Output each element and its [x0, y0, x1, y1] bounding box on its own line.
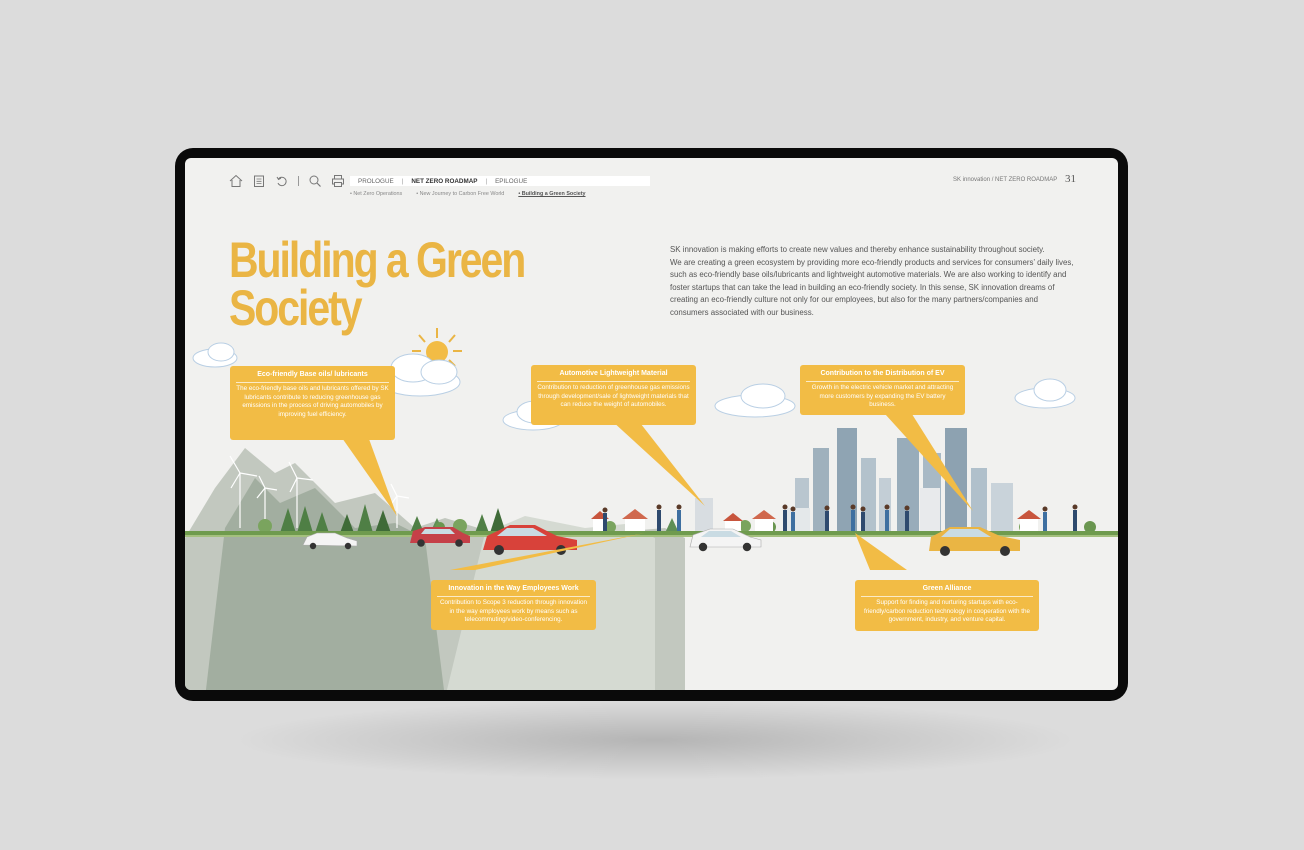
cloud — [1014, 378, 1076, 409]
page-number: 31 — [1065, 173, 1076, 185]
print-icon[interactable] — [331, 174, 345, 188]
toolbar-divider — [298, 176, 299, 186]
callout-title: Automotive Lightweight Material — [537, 369, 690, 382]
tab-epilogue[interactable]: EPILOGUE — [487, 178, 535, 185]
subtab-green-society[interactable]: • Building a Green Society — [518, 191, 585, 197]
sub-nav: • Net Zero Operations • New Journey to C… — [350, 191, 586, 197]
cloud — [192, 342, 238, 368]
toolbar — [229, 174, 345, 188]
callout-title: Eco-friendly Base oils/ lubricants — [236, 370, 389, 383]
callout-body: The eco-friendly base oils and lubricant… — [236, 385, 389, 418]
search-icon[interactable] — [308, 174, 322, 188]
screen: PROLOGUE | NET ZERO ROADMAP | EPILOGUE •… — [185, 158, 1118, 690]
page-title-line-2: Society — [229, 280, 363, 336]
subtab-net-zero-operations[interactable]: • Net Zero Operations — [350, 191, 402, 197]
list-icon[interactable] — [252, 174, 266, 188]
callout-ev-distribution: Contribution to the Distribution of EV G… — [800, 365, 965, 415]
mountains — [185, 448, 685, 690]
intro-lead: SK innovation is making efforts to creat… — [670, 245, 1045, 254]
tablet-frame: PROLOGUE | NET ZERO ROADMAP | EPILOGUE •… — [175, 148, 1128, 701]
home-icon[interactable] — [229, 174, 243, 188]
callout-body: Contribution to Scope 3 reduction throug… — [439, 599, 588, 624]
subtab-carbon-free-world[interactable]: • New Journey to Carbon Free World — [416, 191, 504, 197]
cloud — [714, 383, 796, 418]
intro-body: We are creating a green ecosystem by pro… — [670, 257, 1074, 317]
tab-prologue[interactable]: PROLOGUE — [350, 178, 402, 185]
device-shadow — [230, 700, 1080, 780]
callout-body: Contribution to reduction of greenhouse … — [537, 384, 690, 409]
callout-body: Growth in the electric vehicle market an… — [811, 384, 954, 409]
callout-title: Green Alliance — [861, 584, 1033, 597]
callout-title: Contribution to the Distribution of EV — [806, 369, 959, 382]
breadcrumb: SK innovation / NET ZERO ROADMAP — [953, 177, 1058, 183]
callout-lightweight-material: Automotive Lightweight Material Contribu… — [531, 365, 696, 425]
callout-title: Innovation in the Way Employees Work — [437, 584, 590, 597]
tab-net-zero-roadmap[interactable]: NET ZERO ROADMAP — [403, 178, 485, 185]
callout-body: Support for finding and nurturing startu… — [864, 599, 1030, 624]
page-title-line-1: Building a Green — [229, 232, 526, 288]
main-nav: PROLOGUE | NET ZERO ROADMAP | EPILOGUE — [350, 176, 650, 186]
callout-work-innovation: Innovation in the Way Employees Work Con… — [431, 580, 596, 630]
undo-icon[interactable] — [275, 174, 289, 188]
callout-green-alliance: Green Alliance Support for finding and n… — [855, 580, 1039, 631]
page-title: Building a Green Society — [229, 232, 541, 336]
intro-text: SK innovation is making efforts to creat… — [670, 244, 1075, 320]
callout-base-oils: Eco-friendly Base oils/ lubricants The e… — [230, 366, 395, 440]
